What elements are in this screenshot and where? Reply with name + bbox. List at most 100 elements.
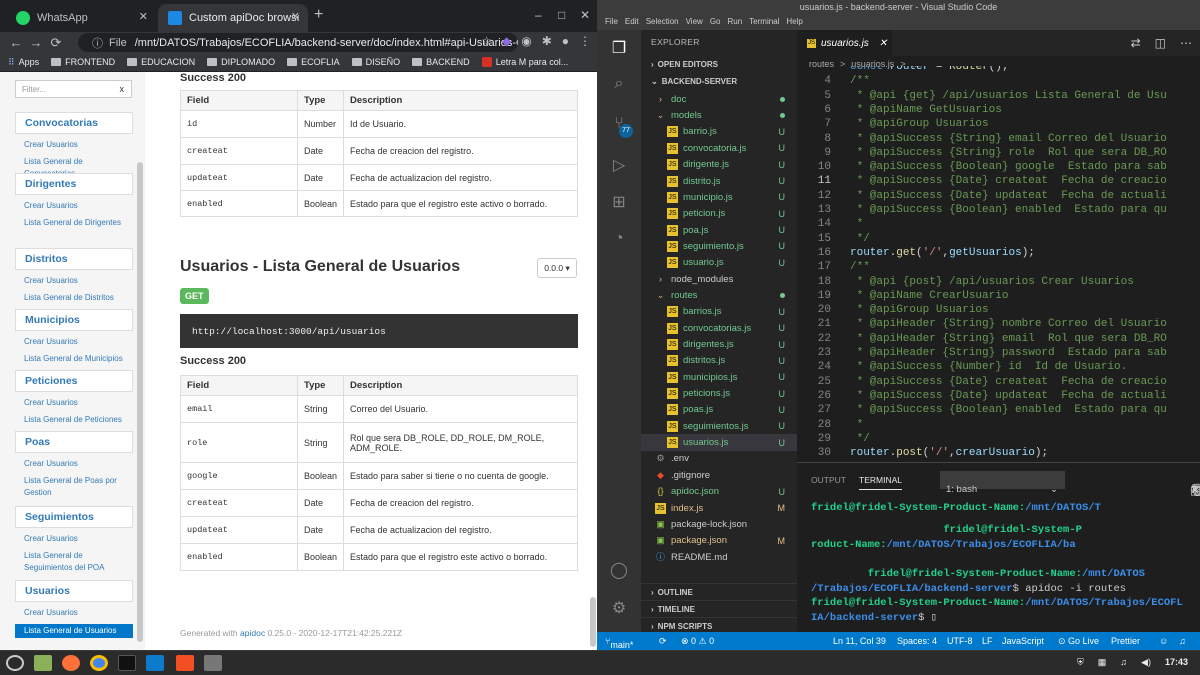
nav-group-title[interactable]: Seguimientos <box>15 506 133 528</box>
version-select[interactable]: 0.0.0 ▾ <box>537 258 577 278</box>
menu-item[interactable]: Terminal <box>749 17 779 26</box>
bookmark-folder[interactable]: EDUCACION <box>127 57 195 67</box>
bookmark-folder[interactable]: BACKEND <box>412 57 470 67</box>
nav-link[interactable]: Lista General de Usuarios <box>15 624 133 638</box>
gear-icon[interactable]: ⚙ <box>609 598 629 618</box>
terminal-line[interactable]: fridel@fridel-System-Product-Name:/mnt/D… <box>811 596 1191 625</box>
shield-icon[interactable]: ⛨ <box>1077 657 1084 668</box>
filter-input[interactable]: Filter... x <box>15 80 132 98</box>
address-bar[interactable]: ⓘ File /mnt/DATOS/Trabajos/ECOFLIA/backe… <box>78 33 518 52</box>
network-icon[interactable]: ▦ <box>1098 657 1107 668</box>
tree-item[interactable]: JS barrio.js U <box>641 124 797 141</box>
nav-group-title[interactable]: Dirigentes <box>15 173 133 195</box>
nav-link[interactable]: Lista General de Dirigentes <box>15 217 133 229</box>
tree-item[interactable]: ⚙ .env <box>641 451 797 468</box>
open-editors-section[interactable]: › OPEN EDITORS <box>641 56 797 73</box>
search-icon[interactable]: ⌕ <box>609 75 629 95</box>
project-section[interactable]: ⌄ BACKEND-SERVER <box>641 73 797 90</box>
page-scrollbar[interactable] <box>590 597 596 647</box>
compare-icon[interactable]: ⇄ <box>1131 36 1141 50</box>
sidebar-scrollbar[interactable] <box>137 162 143 642</box>
back-button[interactable]: ← <box>6 35 26 50</box>
tree-item[interactable]: JS dirigente.js U <box>641 156 797 173</box>
tree-item[interactable]: ⌄ models <box>641 107 797 124</box>
extensions-icon[interactable]: ⊞ <box>609 192 629 212</box>
nav-link[interactable]: Lista General de Peticiones <box>15 414 133 426</box>
terminal-select[interactable]: 1: bash ⌄ <box>940 471 1065 495</box>
timeline-section[interactable]: › TIMELINE <box>641 600 797 617</box>
clock[interactable]: 17:43 <box>1165 657 1188 668</box>
outline-section[interactable]: › OUTLINE <box>641 583 797 600</box>
tree-item[interactable]: JS distrito.js U <box>641 173 797 190</box>
nav-group-title[interactable]: Municipios <box>15 309 133 331</box>
puzzle-icon[interactable]: ✱ <box>542 34 552 48</box>
forward-button[interactable]: → <box>26 35 46 50</box>
tree-item[interactable]: › doc <box>641 91 797 108</box>
clear-filter-button[interactable]: x <box>120 84 125 94</box>
nav-group-title[interactable]: Usuarios <box>15 580 133 602</box>
close-tab-icon[interactable]: ✕ <box>291 10 300 23</box>
calculator-icon[interactable] <box>204 655 222 671</box>
reload-button[interactable]: ⟳ <box>46 35 66 51</box>
tree-item[interactable]: JS municipios.js U <box>641 369 797 386</box>
new-tab-button[interactable]: + <box>314 6 323 24</box>
code-view[interactable]: const router = Router(); 4/** 5 * @api {ge… <box>797 66 1200 462</box>
tree-item[interactable]: JS convocatorias.js U <box>641 320 797 337</box>
run-debug-icon[interactable]: ▷ <box>609 155 629 175</box>
bookmark-folder[interactable]: FRONTEND <box>51 57 115 67</box>
bookmark-link[interactable]: Letra M para col... <box>481 57 568 67</box>
bookmark-folder[interactable]: DIPLOMADO <box>207 57 275 67</box>
editor-tab-usuarios[interactable]: JS usuarios.js ✕ <box>797 30 892 56</box>
indentation[interactable]: Spaces: 4 <box>897 636 937 646</box>
tree-item[interactable]: {} apidoc.json U <box>641 483 797 500</box>
tree-item[interactable]: JS municipio.js U <box>641 189 797 206</box>
files-icon[interactable] <box>34 655 52 671</box>
menu-item[interactable]: View <box>686 17 703 26</box>
bookmark-folder[interactable]: DISEÑO <box>351 57 400 67</box>
tree-item[interactable]: ▣ package-lock.json <box>641 516 797 533</box>
nav-group-title[interactable]: Convocatorias <box>15 112 133 134</box>
menu-item[interactable]: Selection <box>646 17 679 26</box>
menu-icon[interactable] <box>6 655 24 671</box>
tree-item[interactable]: › node_modules <box>641 271 797 288</box>
tree-item[interactable]: JS poa.js U <box>641 222 797 239</box>
volume-icon[interactable]: ◀) <box>1141 657 1151 668</box>
menu-item[interactable]: Help <box>786 17 802 26</box>
nav-link[interactable]: Lista General de Distritos <box>15 292 133 304</box>
close-window-button[interactable]: ✕ <box>580 8 590 22</box>
git-graph-icon[interactable]: ◔ <box>609 230 629 250</box>
nav-link[interactable]: Lista General de Poas por Gestion <box>15 475 133 499</box>
tree-item[interactable]: ▣ package.json M <box>641 532 797 549</box>
chrome-icon[interactable] <box>90 655 108 671</box>
tab-output[interactable]: OUTPUT <box>811 475 846 485</box>
tree-item[interactable]: JS barrios.js U <box>641 304 797 321</box>
more-actions-icon[interactable]: ⋯ <box>1180 36 1192 50</box>
terminal-icon[interactable] <box>118 655 136 671</box>
close-icon[interactable]: ✕ <box>1190 483 1200 497</box>
tree-item[interactable]: JS peticion.js U <box>641 205 797 222</box>
nav-link[interactable]: Crear Usuarios <box>15 336 133 348</box>
menu-item[interactable]: File <box>605 17 618 26</box>
feedback-icon[interactable]: ☺ <box>1159 636 1168 646</box>
tree-item[interactable]: JS dirigentes.js U <box>641 336 797 353</box>
eol[interactable]: LF <box>982 636 993 646</box>
nav-link[interactable]: Crear Usuarios <box>15 397 133 409</box>
extension-icon[interactable]: ◆ <box>502 34 511 48</box>
encoding[interactable]: UTF-8 <box>947 636 973 646</box>
sync-icon[interactable]: ⟳ <box>659 636 667 647</box>
nav-link[interactable]: Crear Usuarios <box>15 533 133 545</box>
problems-status[interactable]: ⊗ 0 ⚠ 0 <box>681 636 714 647</box>
nav-link[interactable]: Crear Usuarios <box>15 607 133 619</box>
tree-item[interactable]: JS usuarios.js U <box>641 434 797 451</box>
nav-link[interactable]: Crear Usuarios <box>15 458 133 470</box>
nav-link[interactable]: Lista General de Municipios <box>15 353 133 365</box>
account-icon[interactable]: ◯ <box>609 560 629 580</box>
explorer-icon[interactable]: ❐ <box>609 38 629 58</box>
tree-item[interactable]: ⌄ routes <box>641 287 797 304</box>
tree-item[interactable]: JS distritos.js U <box>641 353 797 370</box>
vscode-icon[interactable] <box>146 655 164 671</box>
prettier-status[interactable]: Prettier <box>1111 636 1140 646</box>
tree-item[interactable]: JS seguimiento.js U <box>641 238 797 255</box>
nav-link[interactable]: Crear Usuarios <box>15 275 133 287</box>
bookmark-apps[interactable]: ⠿ Apps <box>8 57 39 68</box>
